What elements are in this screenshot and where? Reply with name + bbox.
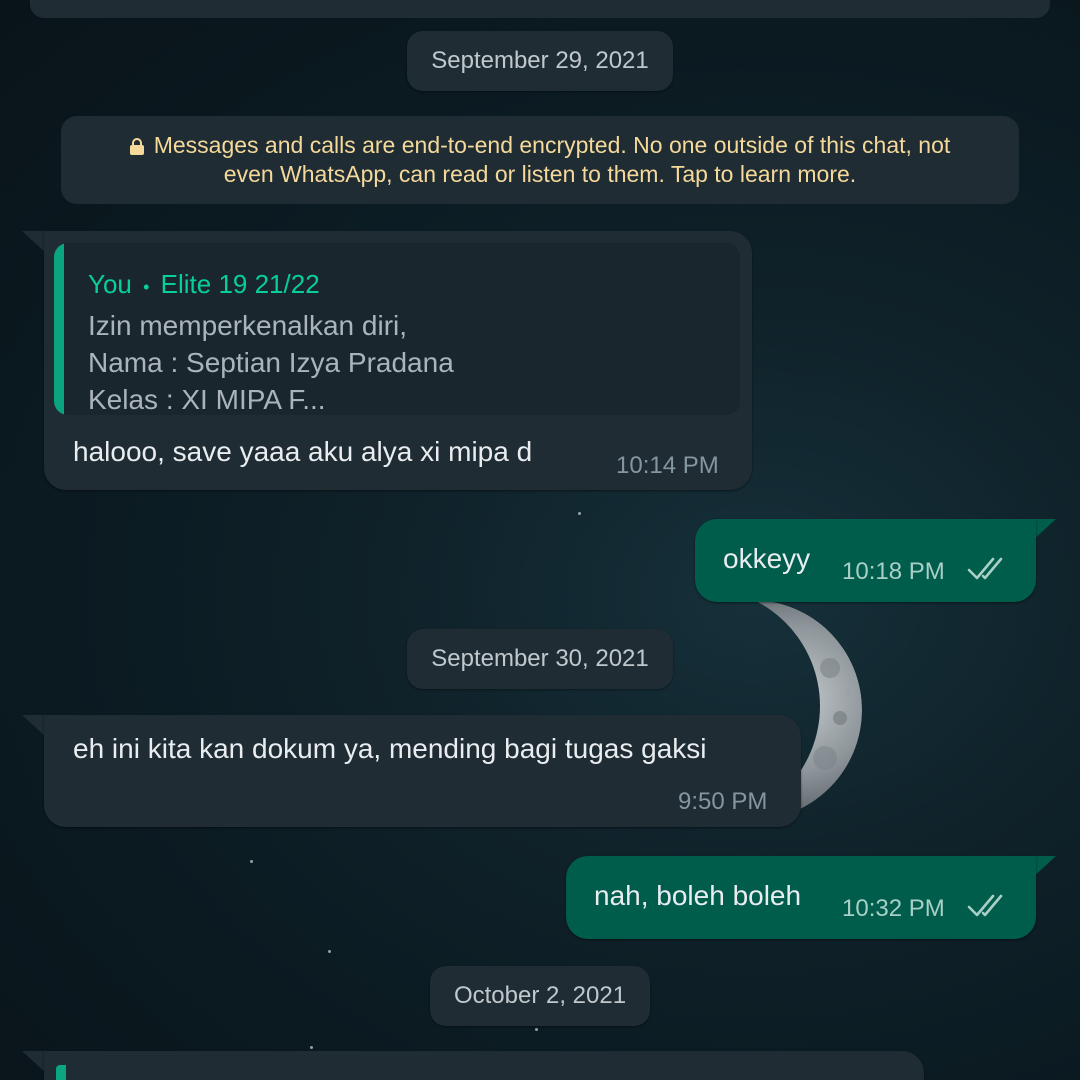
quote-text-line: Izin memperkenalkan diri, bbox=[88, 310, 408, 341]
message-time: 10:14 PM bbox=[616, 452, 719, 479]
wallpaper-star bbox=[535, 1028, 538, 1031]
incoming-message[interactable]: eh ini kita kan dokum ya, mending bagi t… bbox=[44, 715, 801, 827]
wallpaper-star bbox=[310, 1046, 313, 1049]
previous-bubble-edge bbox=[30, 0, 1050, 18]
message-time: 10:18 PM bbox=[842, 558, 945, 585]
encryption-notice-line2: even WhatsApp, can read or listen to the… bbox=[223, 161, 857, 187]
encryption-notice[interactable]: Messages and calls are end-to-end encryp… bbox=[61, 116, 1019, 204]
quote-accent-bar bbox=[54, 243, 64, 415]
message-text: eh ini kita kan dokum ya, mending bagi t… bbox=[73, 733, 707, 764]
quote-sender: You • Elite 19 21/22 bbox=[88, 269, 320, 299]
wallpaper-star bbox=[578, 512, 581, 515]
bubble-tail bbox=[22, 1051, 46, 1073]
wallpaper-star bbox=[328, 950, 331, 953]
quoted-message[interactable]: You • Elite 19 21/22 Izin memperkenalkan… bbox=[54, 243, 740, 415]
quote-text-line: Kelas : XI MIPA F... bbox=[88, 384, 326, 415]
outgoing-message[interactable]: nah, boleh boleh 10:32 PM bbox=[566, 856, 1036, 939]
message-time: 9:50 PM bbox=[678, 788, 768, 815]
quote-text-line: Nama : Septian Izya Pradana bbox=[88, 347, 454, 378]
double-check-icon bbox=[967, 894, 1003, 917]
encryption-notice-line1: Messages and calls are end-to-end encryp… bbox=[153, 132, 951, 158]
double-check-icon bbox=[967, 557, 1003, 580]
bubble-tail bbox=[22, 231, 46, 253]
message-text: nah, boleh boleh bbox=[594, 880, 802, 911]
message-text: okkeyy bbox=[723, 543, 811, 574]
lock-icon bbox=[129, 138, 144, 155]
incoming-message-partial[interactable] bbox=[44, 1051, 924, 1080]
incoming-message[interactable]: You • Elite 19 21/22 Izin memperkenalkan… bbox=[44, 231, 752, 490]
wallpaper-star bbox=[250, 860, 253, 863]
message-time: 10:32 PM bbox=[842, 895, 945, 922]
date-separator: September 29, 2021 bbox=[407, 31, 673, 91]
quote-accent-bar bbox=[56, 1065, 66, 1080]
outgoing-message[interactable]: okkeyy 10:18 PM bbox=[695, 519, 1036, 602]
date-separator: September 30, 2021 bbox=[407, 629, 673, 689]
bubble-tail bbox=[22, 715, 46, 737]
date-separator: October 2, 2021 bbox=[430, 966, 650, 1026]
message-text: halooo, save yaaa aku alya xi mipa d bbox=[73, 436, 533, 467]
